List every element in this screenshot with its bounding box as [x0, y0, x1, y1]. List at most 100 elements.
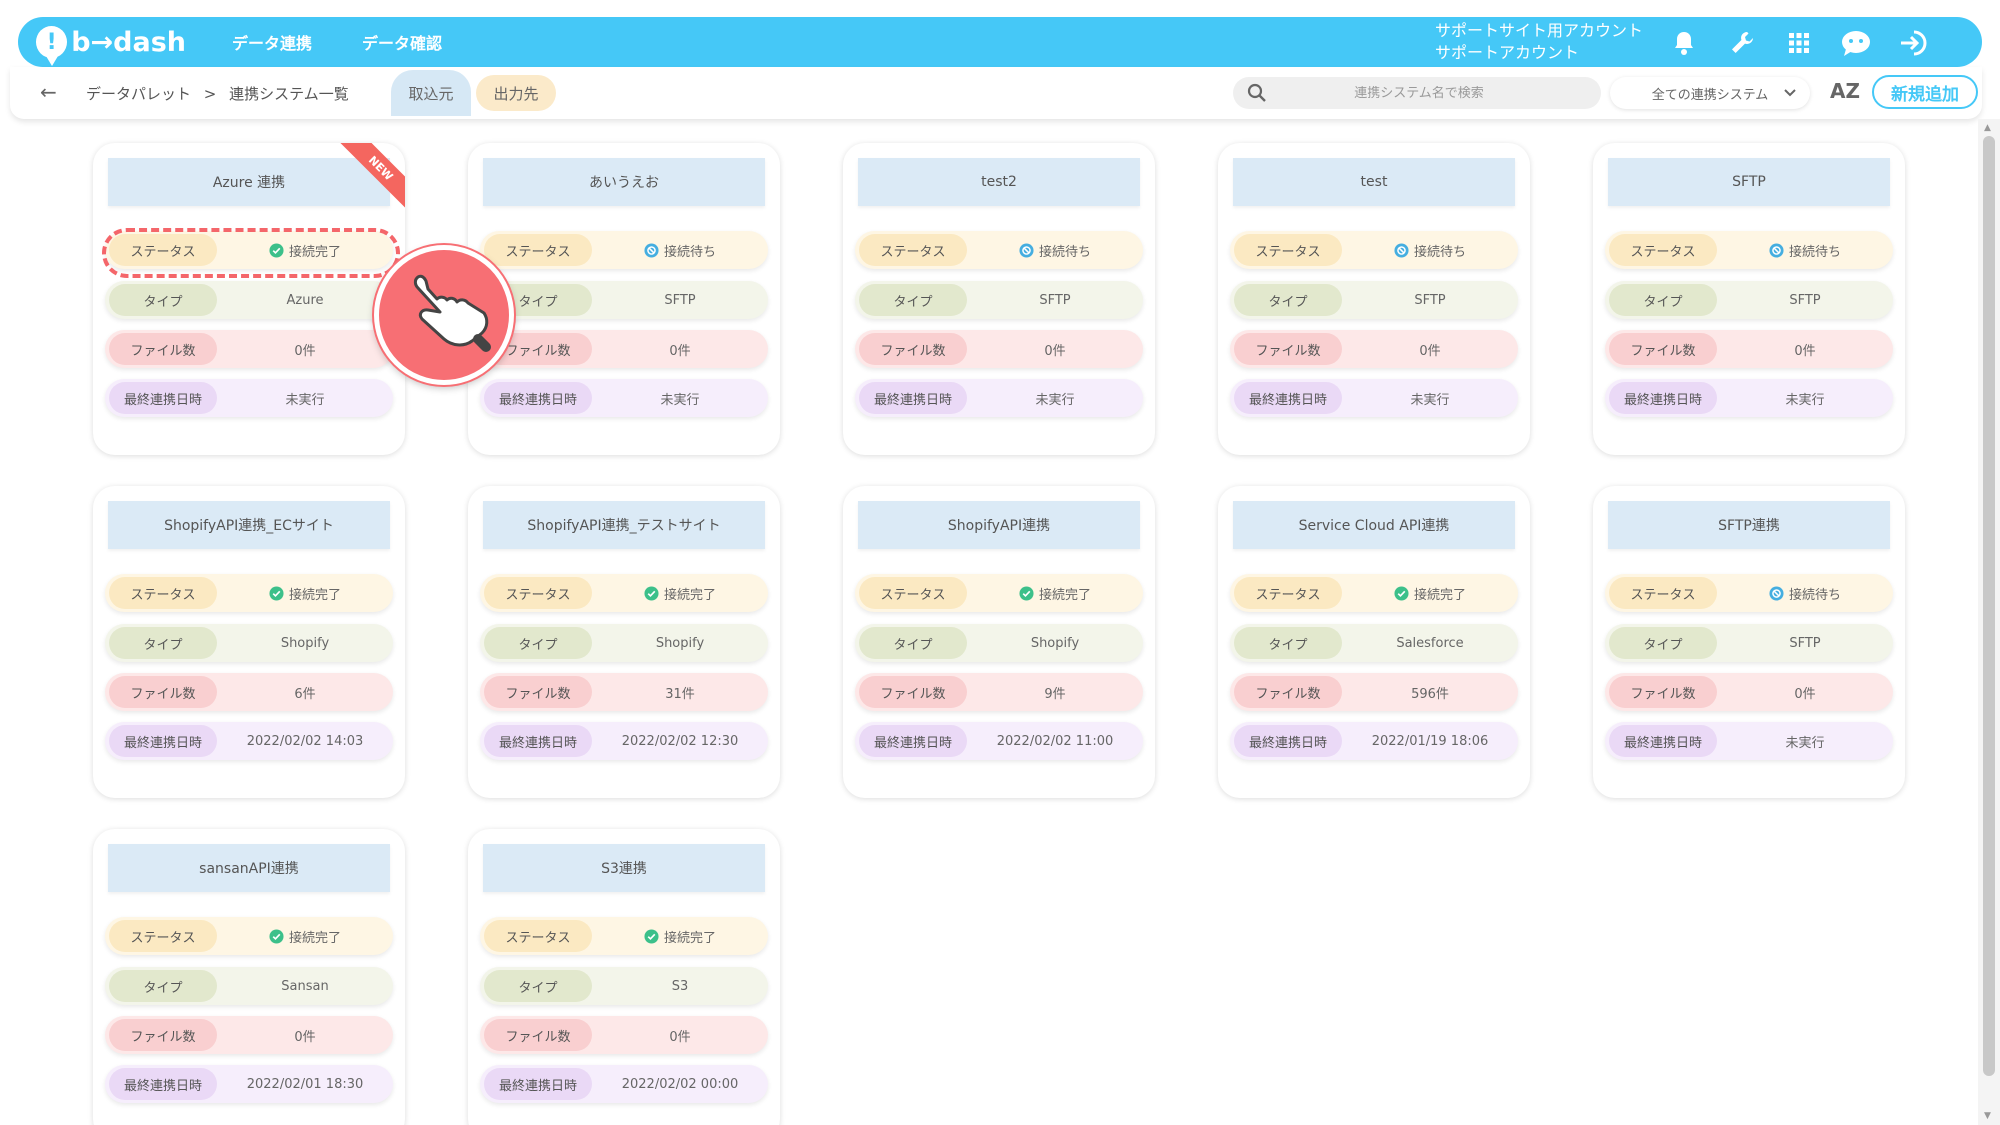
back-arrow-icon[interactable]: ← [40, 80, 57, 104]
file-count-row: ファイル数 0件 [480, 330, 768, 368]
chevron-down-icon [1784, 89, 1796, 97]
status-value: 接続待ち [1717, 231, 1893, 269]
page-scrollbar[interactable]: ▲ ▼ [1978, 119, 2000, 1125]
system-card-3[interactable]: test2 ステータス 接続待ち タイプ SFTP ファイル数 0件 最終連携日… [843, 143, 1155, 455]
tab-export-destination[interactable]: 出力先 [476, 75, 556, 111]
last-run-value: 2022/01/19 18:06 [1371, 733, 1489, 749]
system-card-5[interactable]: SFTP ステータス 接続待ち タイプ SFTP ファイル数 0件 最終連携日時… [1593, 143, 1905, 455]
type-row: タイプ Shopify [105, 624, 393, 662]
status-row: ステータス 接続完了 [1230, 574, 1518, 612]
type-value: SFTP [1789, 292, 1821, 308]
system-card-4[interactable]: test ステータス 接続待ち タイプ SFTP ファイル数 0件 最終連携日時… [1218, 143, 1530, 455]
file-count-label: ファイル数 [484, 1019, 592, 1051]
breadcrumb-current: 連携システム一覧 [229, 85, 349, 103]
status-row: ステータス 接続待ち [1605, 574, 1893, 612]
scroll-up-arrow-icon[interactable]: ▲ [1984, 123, 1991, 133]
search-icon[interactable] [1247, 83, 1267, 103]
file-count-label: ファイル数 [1609, 676, 1717, 708]
logo-text: b→dash [71, 26, 186, 58]
file-count-label: ファイル数 [1234, 333, 1342, 365]
last-run-label: 最終連携日時 [484, 725, 592, 757]
last-run-label: 最終連携日時 [484, 382, 592, 414]
status-text: 接続完了 [663, 587, 716, 603]
system-card-9[interactable]: Service Cloud API連携 ステータス 接続完了 タイプ Sales… [1218, 486, 1530, 798]
breadcrumb-separator: > [203, 85, 217, 103]
status-label: ステータス [1609, 234, 1717, 266]
status-text: 接続完了 [663, 930, 716, 946]
status-label: ステータス [1234, 577, 1342, 609]
system-card-10[interactable]: SFTP連携 ステータス 接続待ち タイプ SFTP ファイル数 0件 最終連携… [1593, 486, 1905, 798]
type-value: SFTP [1039, 292, 1071, 308]
status-text: 接続完了 [288, 244, 341, 260]
wrench-icon[interactable] [1726, 27, 1758, 59]
system-card-11[interactable]: sansanAPI連携 ステータス 接続完了 タイプ Sansan ファイル数 … [93, 829, 405, 1125]
type-value: SFTP [1789, 635, 1821, 651]
type-label: タイプ [1609, 284, 1717, 316]
status-value: 接続完了 [217, 574, 393, 612]
file-count-row: ファイル数 0件 [105, 1016, 393, 1054]
file-count-value: 596件 [1411, 686, 1449, 702]
last-run-value: 未実行 [1035, 392, 1075, 408]
last-run-label: 最終連携日時 [109, 382, 217, 414]
bdash-logo[interactable]: ! b→dash [36, 26, 186, 66]
type-label: タイプ [1234, 627, 1342, 659]
breadcrumb-data-palette[interactable]: データパレット [86, 85, 191, 103]
status-text: 接続完了 [1038, 587, 1091, 603]
last-run-row: 最終連携日時 2022/02/02 11:00 [855, 722, 1143, 760]
type-row: タイプ SFTP [1230, 281, 1518, 319]
last-run-value: 2022/02/02 00:00 [621, 1076, 739, 1092]
status-row: ステータス 接続完了 [855, 574, 1143, 612]
file-count-label: ファイル数 [109, 1019, 217, 1051]
file-count-row: ファイル数 6件 [105, 673, 393, 711]
last-run-row: 最終連携日時 未実行 [105, 379, 393, 417]
system-card-12[interactable]: S3連携 ステータス 接続完了 タイプ S3 ファイル数 0件 最終連携日時 2… [468, 829, 780, 1125]
last-run-value: 未実行 [285, 392, 325, 408]
add-new-button[interactable]: 新規追加 [1872, 75, 1978, 109]
system-card-6[interactable]: ShopifyAPI連携_ECサイト ステータス 接続完了 タイプ Shopif… [93, 486, 405, 798]
file-count-row: ファイル数 31件 [480, 673, 768, 711]
last-run-row: 最終連携日時 未実行 [1605, 722, 1893, 760]
sort-az-button[interactable]: AZ [1830, 79, 1860, 103]
type-row: タイプ Sansan [105, 967, 393, 1005]
check-circle-icon [644, 928, 659, 944]
scrollbar-thumb[interactable] [1983, 136, 1995, 1076]
card-title: Service Cloud API連携 [1233, 501, 1515, 549]
status-row: ステータス 接続待ち [1605, 231, 1893, 269]
type-value: Shopify [655, 635, 705, 651]
last-run-label: 最終連携日時 [859, 382, 967, 414]
account-info[interactable]: サポートサイト用アカウント サポートアカウント [1435, 20, 1643, 64]
help-chat-icon[interactable] [1840, 27, 1872, 59]
nav-data-check[interactable]: データ確認 [362, 30, 442, 54]
type-row: タイプ SFTP [480, 281, 768, 319]
scroll-down-arrow-icon[interactable]: ▼ [1984, 1111, 1991, 1121]
tab-import-source[interactable]: 取込元 [391, 70, 471, 116]
last-run-row: 最終連携日時 2022/01/19 18:06 [1230, 722, 1518, 760]
type-label: タイプ [1609, 627, 1717, 659]
logout-icon[interactable] [1898, 27, 1930, 59]
card-title: Azure 連携 [108, 158, 390, 206]
status-label: ステータス [484, 577, 592, 609]
type-value: Salesforce [1396, 635, 1464, 651]
card-title: SFTP [1608, 158, 1890, 206]
status-text: 接続待ち [663, 244, 716, 260]
search-input[interactable] [1267, 85, 1571, 101]
file-count-label: ファイル数 [1234, 676, 1342, 708]
status-row: ステータス 接続待ち [1230, 231, 1518, 269]
file-count-value: 6件 [294, 686, 316, 702]
system-card-2[interactable]: あいうえお ステータス 接続待ち タイプ SFTP ファイル数 0件 最終連携日… [468, 143, 780, 455]
last-run-label: 最終連携日時 [859, 725, 967, 757]
system-card-8[interactable]: ShopifyAPI連携 ステータス 接続完了 タイプ Shopify ファイル… [843, 486, 1155, 798]
file-count-row: ファイル数 0件 [1605, 673, 1893, 711]
status-row: ステータス 接続完了 [105, 574, 393, 612]
system-filter-select[interactable]: 全ての連携システム [1610, 77, 1810, 109]
system-card-7[interactable]: ShopifyAPI連携_テストサイト ステータス 接続完了 タイプ Shopi… [468, 486, 780, 798]
nav-data-integration[interactable]: データ連携 [232, 30, 312, 54]
system-card-1[interactable]: Azure 連携 ステータス 接続完了 タイプ Azure ファイル数 0件 最… [93, 143, 405, 455]
bell-icon[interactable] [1668, 27, 1700, 59]
grid-icon[interactable] [1783, 27, 1815, 59]
filter-value: 全ての連携システム [1651, 87, 1769, 103]
card-title: test [1233, 158, 1515, 206]
file-count-value: 0件 [669, 1029, 691, 1045]
type-row: タイプ Shopify [480, 624, 768, 662]
type-row: タイプ SFTP [1605, 281, 1893, 319]
